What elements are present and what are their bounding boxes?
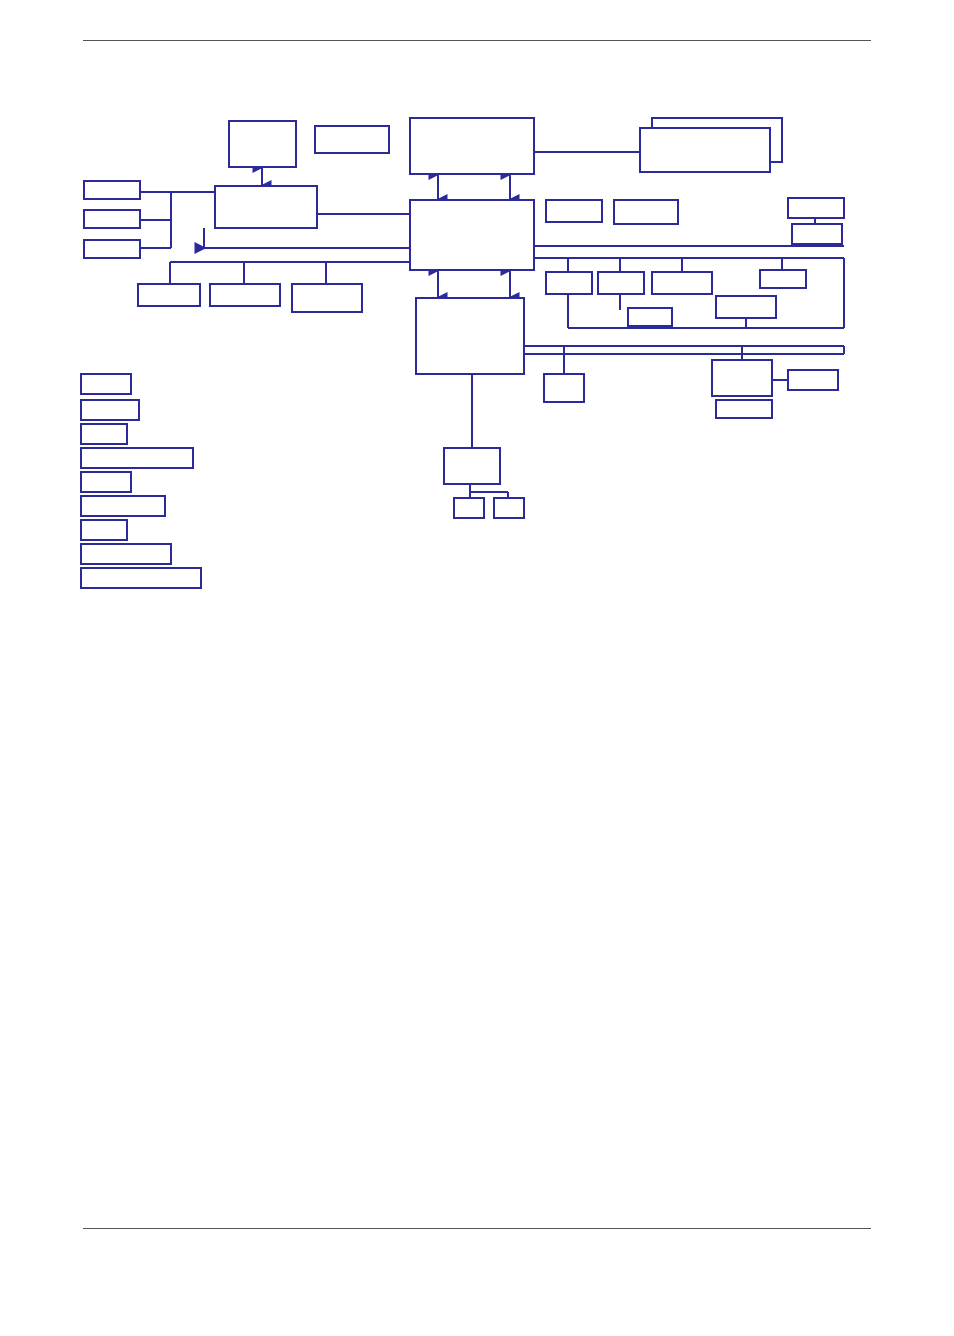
- block-leg-0: [81, 374, 131, 394]
- block-io-under: [716, 400, 772, 418]
- block-codec: [229, 121, 296, 167]
- block-left-a: [84, 181, 140, 199]
- block-io-small: [788, 370, 838, 390]
- block-row-r: [760, 270, 806, 288]
- block-leg-8: [81, 568, 201, 588]
- block-left-main: [215, 186, 317, 228]
- block-south: [444, 448, 500, 484]
- block-stack-front: [640, 128, 770, 172]
- block-leg-6: [81, 520, 127, 540]
- block-far-r1: [788, 198, 844, 218]
- block-main-top: [410, 118, 534, 174]
- block-cpu-r2: [614, 200, 678, 224]
- block-row-a: [546, 272, 592, 294]
- block-ahb-c: [292, 284, 362, 312]
- block-far-r2: [792, 224, 842, 244]
- block-south-a: [454, 498, 484, 518]
- block-left-c: [84, 240, 140, 258]
- block-leg-7: [81, 544, 171, 564]
- block-mid-r1: [544, 374, 584, 402]
- block-io-big: [712, 360, 772, 396]
- block-cpu: [410, 200, 534, 270]
- block-south-b: [494, 498, 524, 518]
- block-row-c: [652, 272, 712, 294]
- block-ahb-a: [138, 284, 200, 306]
- block-leg-2: [81, 424, 127, 444]
- block-mid: [416, 298, 524, 374]
- block-cpu-r1: [546, 200, 602, 222]
- block-left-b: [84, 210, 140, 228]
- block-ahb-b: [210, 284, 280, 306]
- block-misc-top: [315, 126, 389, 153]
- block-leg-3: [81, 448, 193, 468]
- block-leg-5: [81, 496, 165, 516]
- block-diagram: [0, 0, 954, 1336]
- block-leg-1: [81, 400, 139, 420]
- block-row-b: [598, 272, 644, 294]
- block-row-wide: [716, 296, 776, 318]
- block-row-small: [628, 308, 672, 326]
- block-leg-4: [81, 472, 131, 492]
